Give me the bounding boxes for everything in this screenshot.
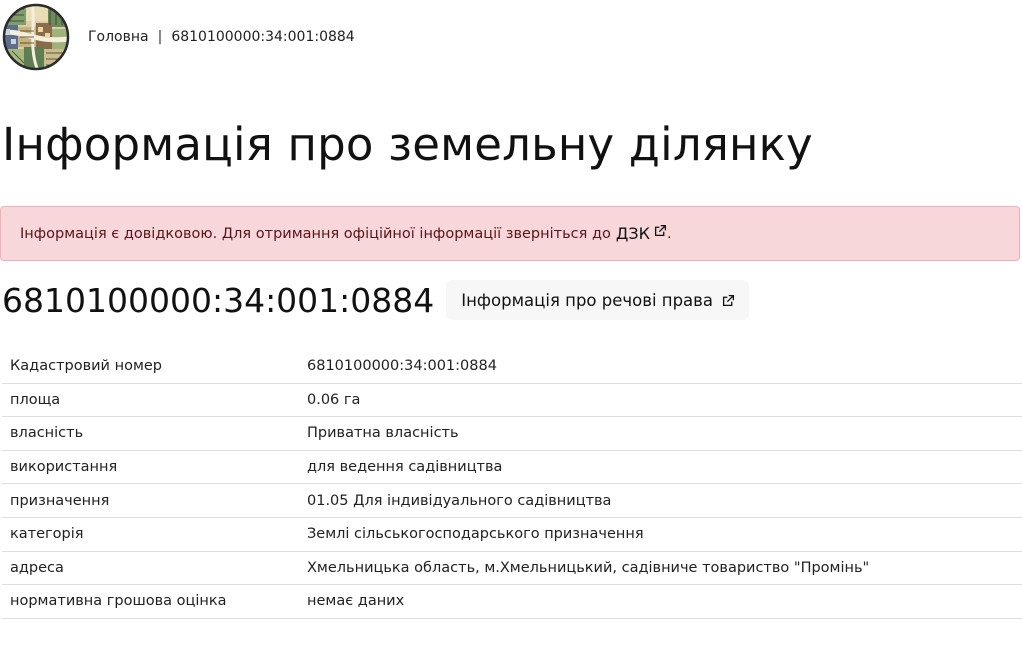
row-value: для ведення садівництва <box>299 450 1022 485</box>
info-alert: Інформація є довідковою. Для отримання о… <box>0 206 1020 261</box>
table-row: адреса Хмельницька область, м.Хмельницьк… <box>2 551 1022 586</box>
property-rights-button[interactable]: Інформація про речові права <box>446 280 749 320</box>
breadcrumb-separator: | <box>157 29 163 45</box>
dzk-link-label: ДЗК <box>615 224 650 243</box>
row-value: 6810100000:34:001:0884 <box>299 350 1022 384</box>
row-label: Кадастровий номер <box>2 350 299 384</box>
site-logo[interactable] <box>2 3 70 71</box>
alert-end: . <box>666 225 672 242</box>
property-rights-label: Інформація про речові права <box>461 290 713 310</box>
table-row: власність Приватна власність <box>2 416 1022 451</box>
breadcrumb-current: 6810100000:34:001:0884 <box>171 29 355 45</box>
row-label: використання <box>2 450 299 485</box>
row-value: 01.05 Для індивідуального садівництва <box>299 483 1022 518</box>
row-label: нормативна грошова оцінка <box>2 584 299 619</box>
breadcrumb: Головна | 6810100000:34:001:0884 <box>88 29 355 45</box>
dzk-link[interactable]: ДЗК <box>616 224 667 243</box>
parcel-heading-row: 6810100000:34:001:0884 Інформація про ре… <box>2 280 749 320</box>
parcel-number: 6810100000:34:001:0884 <box>2 280 435 320</box>
table-row: призначення 01.05 Для індивідуального са… <box>2 483 1022 518</box>
external-link-icon <box>654 224 667 237</box>
row-label: категорія <box>2 517 299 552</box>
row-label: адреса <box>2 551 299 586</box>
alert-text: Інформація є довідковою. Для отримання о… <box>20 225 611 242</box>
row-value: Хмельницька область, м.Хмельницький, сад… <box>299 551 1022 586</box>
parcel-info-table: Кадастровий номер 6810100000:34:001:0884… <box>2 350 1022 619</box>
table-row: Кадастровий номер 6810100000:34:001:0884 <box>2 350 1022 384</box>
table-row: категорія Землі сільськогосподарського п… <box>2 517 1022 552</box>
table-row: площа 0.06 га <box>2 383 1022 418</box>
row-value: немає даних <box>299 584 1022 619</box>
breadcrumb-home-link[interactable]: Головна <box>88 29 149 45</box>
table-row: нормативна грошова оцінка немає даних <box>2 584 1022 619</box>
row-value: 0.06 га <box>299 383 1022 418</box>
row-label: власність <box>2 416 299 451</box>
row-value: Приватна власність <box>299 416 1022 451</box>
row-value: Землі сільськогосподарського призначення <box>299 517 1022 552</box>
page-title: Інформація про земельну ділянку <box>2 118 813 171</box>
row-label: площа <box>2 383 299 418</box>
row-label: призначення <box>2 483 299 518</box>
header: Головна | 6810100000:34:001:0884 <box>2 2 355 72</box>
external-link-icon <box>722 294 735 307</box>
table-row: використання для ведення садівництва <box>2 450 1022 485</box>
page: Головна | 6810100000:34:001:0884 Інформа… <box>0 0 1022 664</box>
